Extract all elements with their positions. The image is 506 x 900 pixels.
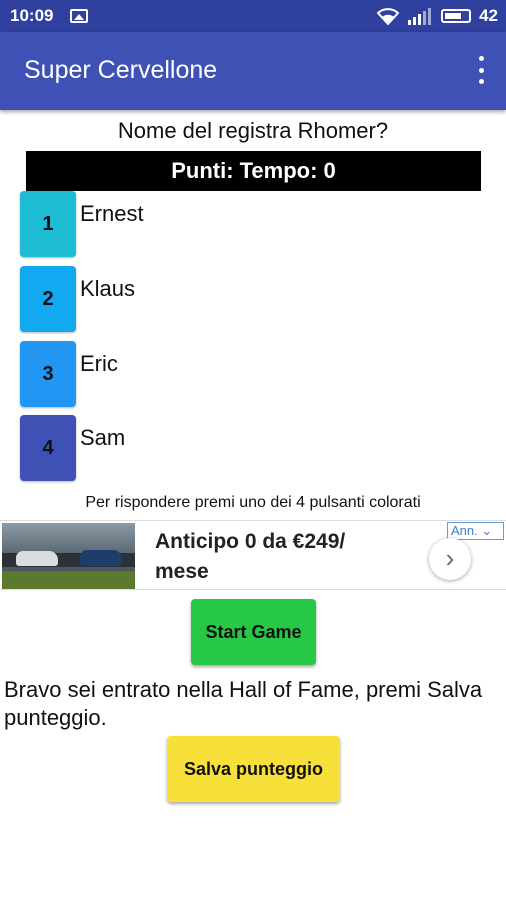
answer-text-3: Eric: [80, 351, 118, 376]
answer-row-3: 3 Eric: [20, 341, 480, 407]
chevron-right-icon[interactable]: ›: [429, 538, 471, 580]
ad-car-image: [2, 523, 135, 589]
ad-line-1: Anticipo 0 da €249/: [155, 530, 346, 553]
screen: 10:09 42 Super Cervellone Nome del regis…: [0, 0, 506, 900]
answer-hint: Per rispondere premi uno dei 4 pulsanti …: [85, 494, 421, 511]
battery-level: 42: [479, 6, 498, 25]
answer-button-4[interactable]: 4: [20, 415, 76, 481]
status-right: 42: [377, 5, 498, 27]
ad-badge-label: Ann.: [451, 523, 478, 538]
answer-text-1: Ernest: [80, 201, 144, 226]
question-text: Nome del registra Rhomer?: [117, 118, 389, 143]
ad-text: Anticipo 0 da €249/ mese: [155, 527, 345, 587]
score-time-bar: Punti: Tempo: 0: [26, 151, 481, 191]
overflow-menu-icon[interactable]: [476, 56, 486, 84]
answer-text-4: Sam: [80, 425, 126, 450]
answer-button-2[interactable]: 2: [20, 266, 76, 332]
app-bar: Super Cervellone: [0, 32, 506, 110]
ad-choices-badge[interactable]: Ann. ⌄: [447, 522, 504, 540]
wifi-icon: [377, 8, 400, 25]
answer-text-2: Klaus: [80, 276, 136, 301]
app-title: Super Cervellone: [24, 56, 218, 84]
answer-button-1[interactable]: 1: [20, 191, 76, 257]
status-bar: 10:09 42: [0, 0, 506, 32]
image-icon: [70, 9, 88, 23]
hall-of-fame-message: Bravo sei entrato nella Hall of Fame, pr…: [4, 677, 483, 730]
chevron-down-icon: ⌄: [481, 523, 493, 538]
battery-icon: [441, 9, 472, 23]
answer-row-2: 2 Klaus: [20, 266, 480, 332]
answer-row-1: 1 Ernest: [20, 191, 480, 257]
start-game-button[interactable]: Start Game: [191, 599, 316, 665]
signal-icon: [408, 8, 432, 25]
answer-button-3[interactable]: 3: [20, 341, 76, 407]
ad-line-2: mese: [155, 560, 209, 583]
status-time: 10:09: [10, 6, 54, 25]
answer-row-4: 4 Sam: [20, 415, 480, 481]
save-score-button[interactable]: Salva punteggio: [167, 736, 340, 802]
